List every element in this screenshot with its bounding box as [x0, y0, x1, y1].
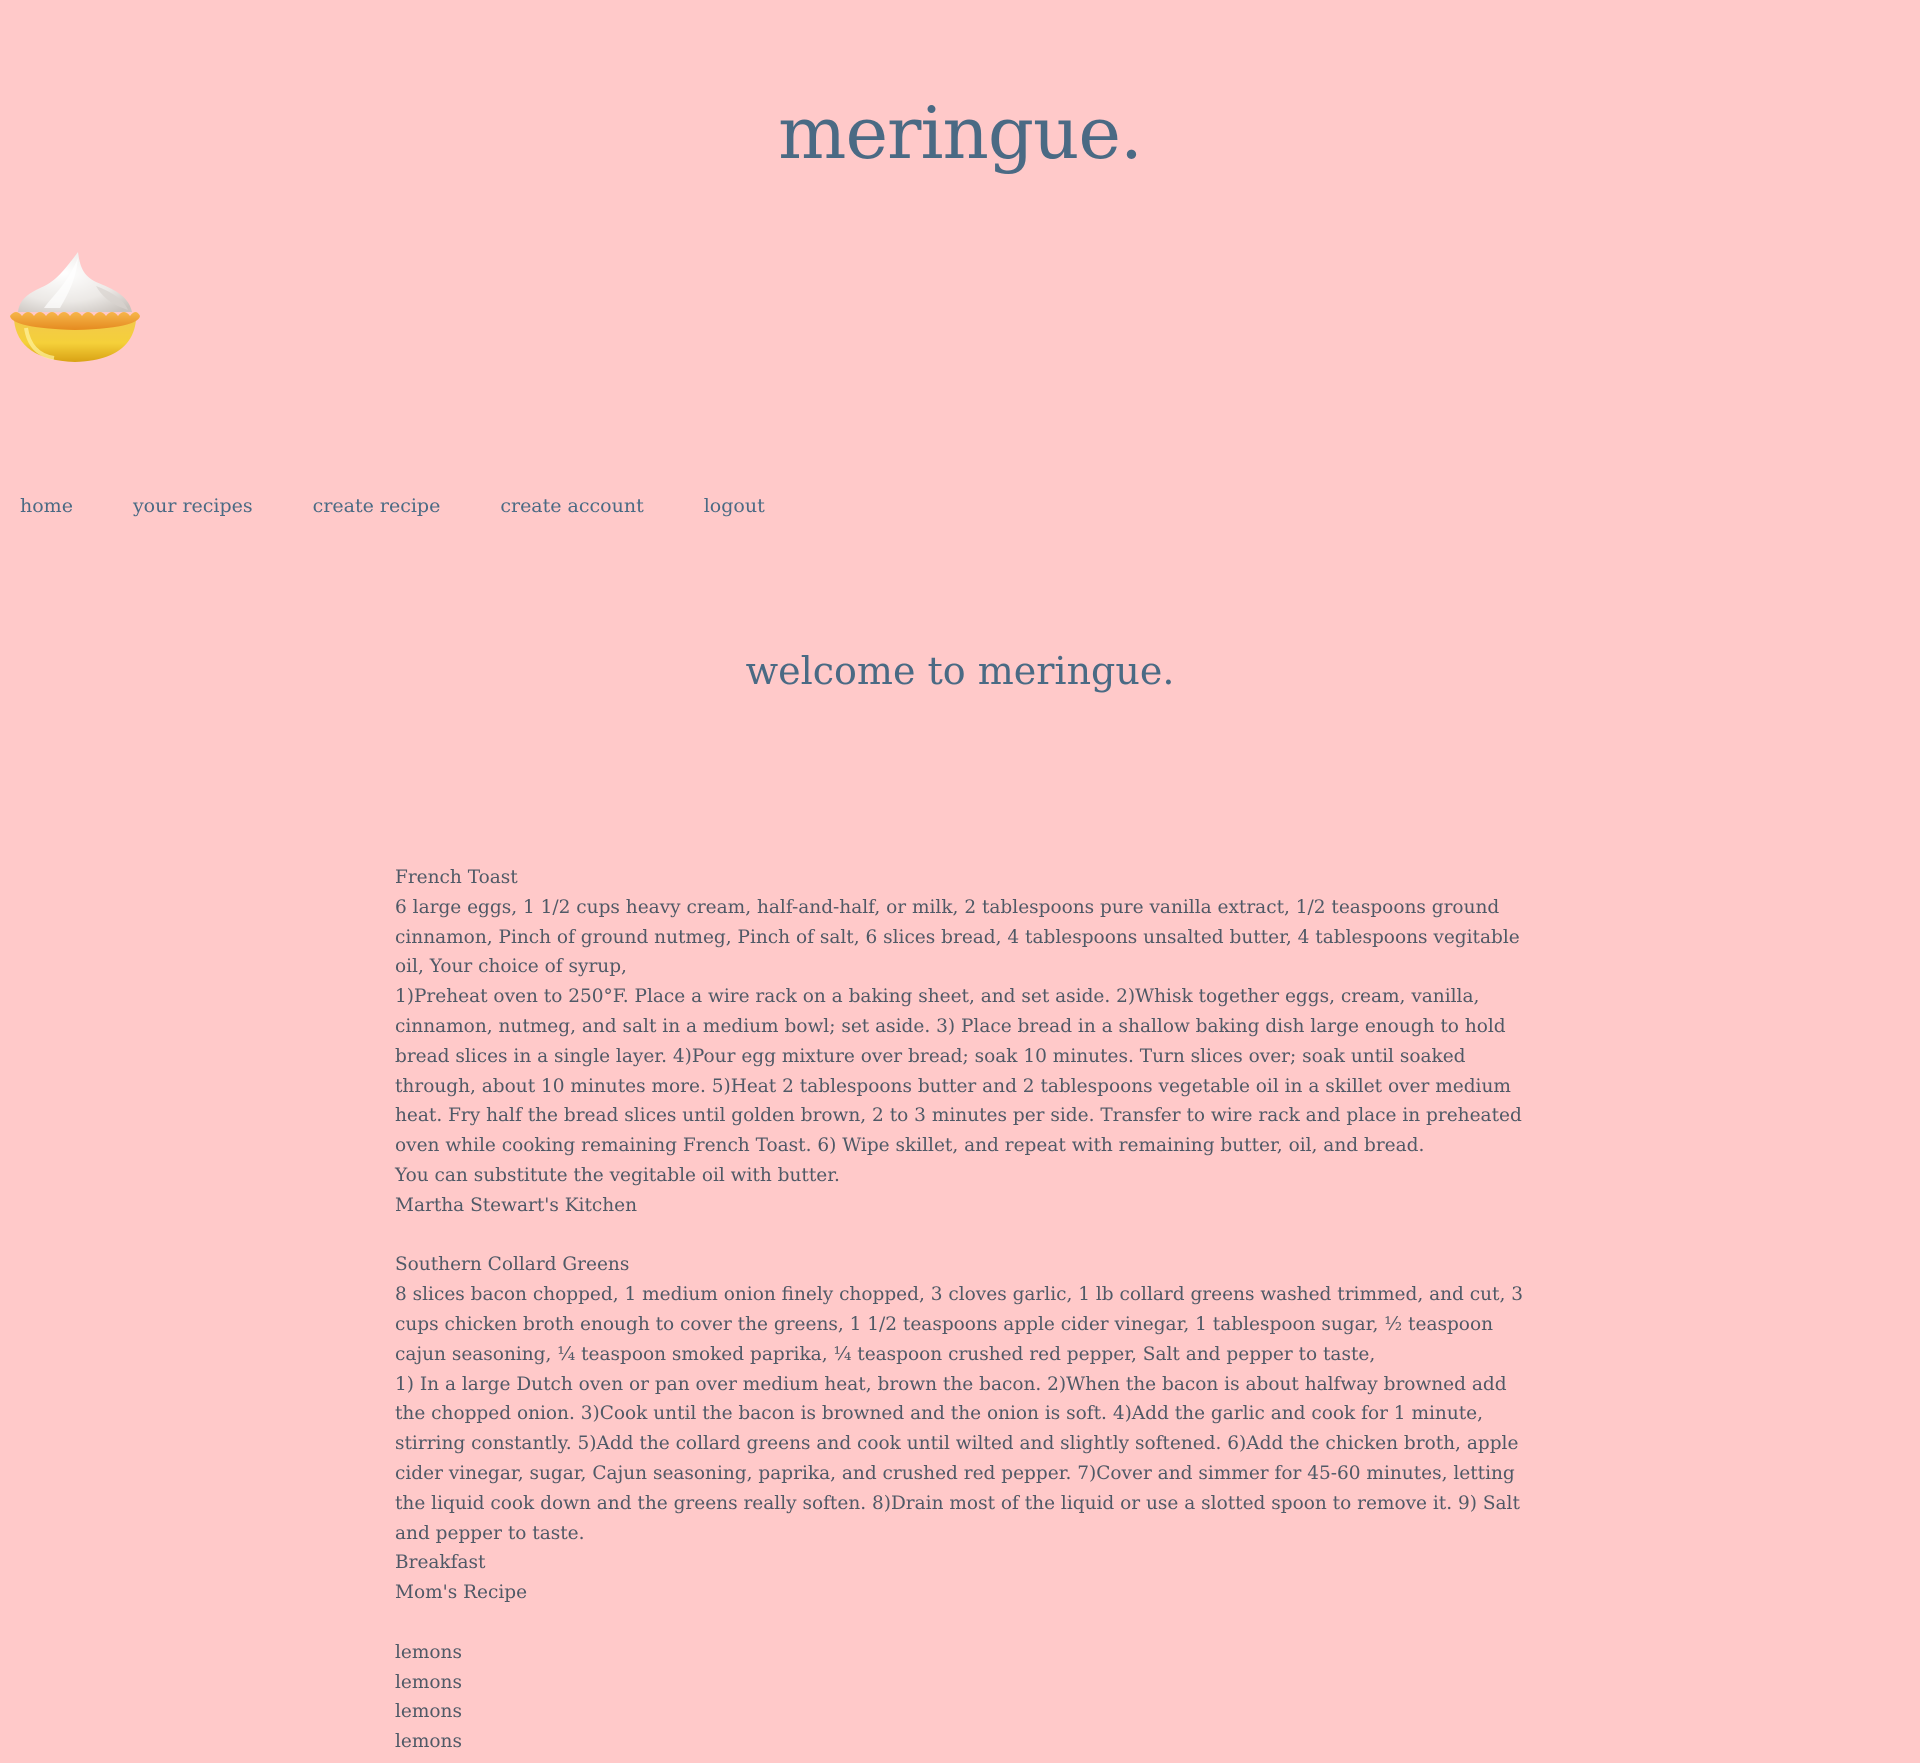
recipe-notes: Breakfast	[395, 1552, 486, 1574]
nav-home-link[interactable]: home	[20, 495, 73, 517]
welcome-heading: welcome to meringue.	[745, 649, 1175, 693]
recipe-source: Martha Stewart's Kitchen	[395, 1194, 638, 1216]
recipe-list: French Toast 6 large eggs, 1 1/2 cups he…	[395, 863, 1535, 1763]
recipe-entry: Southern Collard Greens 8 slices bacon c…	[395, 1250, 1535, 1608]
recipe-notes: You can substitute the vegitable oil wit…	[395, 1164, 840, 1186]
nav-create-recipe-link[interactable]: create recipe	[313, 495, 441, 517]
nav-create-account-link[interactable]: create account	[500, 495, 643, 517]
recipe-ingredients: 6 large eggs, 1 1/2 cups heavy cream, ha…	[395, 896, 1520, 978]
recipe-instructions: 1)Preheat oven to 250°F. Place a wire ra…	[395, 986, 1522, 1157]
nav-your-recipes-link[interactable]: your recipes	[133, 495, 253, 517]
recipe-instructions: 1) In a large Dutch oven or pan over med…	[395, 1373, 1520, 1544]
recipe-name: Southern Collard Greens	[395, 1254, 630, 1276]
recipe-entry: French Toast 6 large eggs, 1 1/2 cups he…	[395, 863, 1535, 1221]
list-item: lemons	[395, 1641, 462, 1663]
list-item: lemons	[395, 1701, 462, 1723]
recipe-ingredients: 8 slices bacon chopped, 1 medium onion f…	[395, 1284, 1524, 1365]
meringue-tart-icon	[4, 250, 146, 368]
nav-logout-link[interactable]: logout	[704, 495, 765, 517]
main-nav: home your recipes create recipe create a…	[20, 490, 825, 522]
recipe-name: French Toast	[395, 867, 518, 888]
list-item: lemons	[395, 1757, 1535, 1763]
list-item: lemons	[395, 1731, 462, 1753]
list-item: lemons	[395, 1671, 462, 1693]
extra-list: lemons lemons lemons lemons lemons	[395, 1638, 1535, 1763]
recipe-source: Mom's Recipe	[395, 1582, 528, 1604]
site-title: meringue.	[778, 91, 1143, 175]
